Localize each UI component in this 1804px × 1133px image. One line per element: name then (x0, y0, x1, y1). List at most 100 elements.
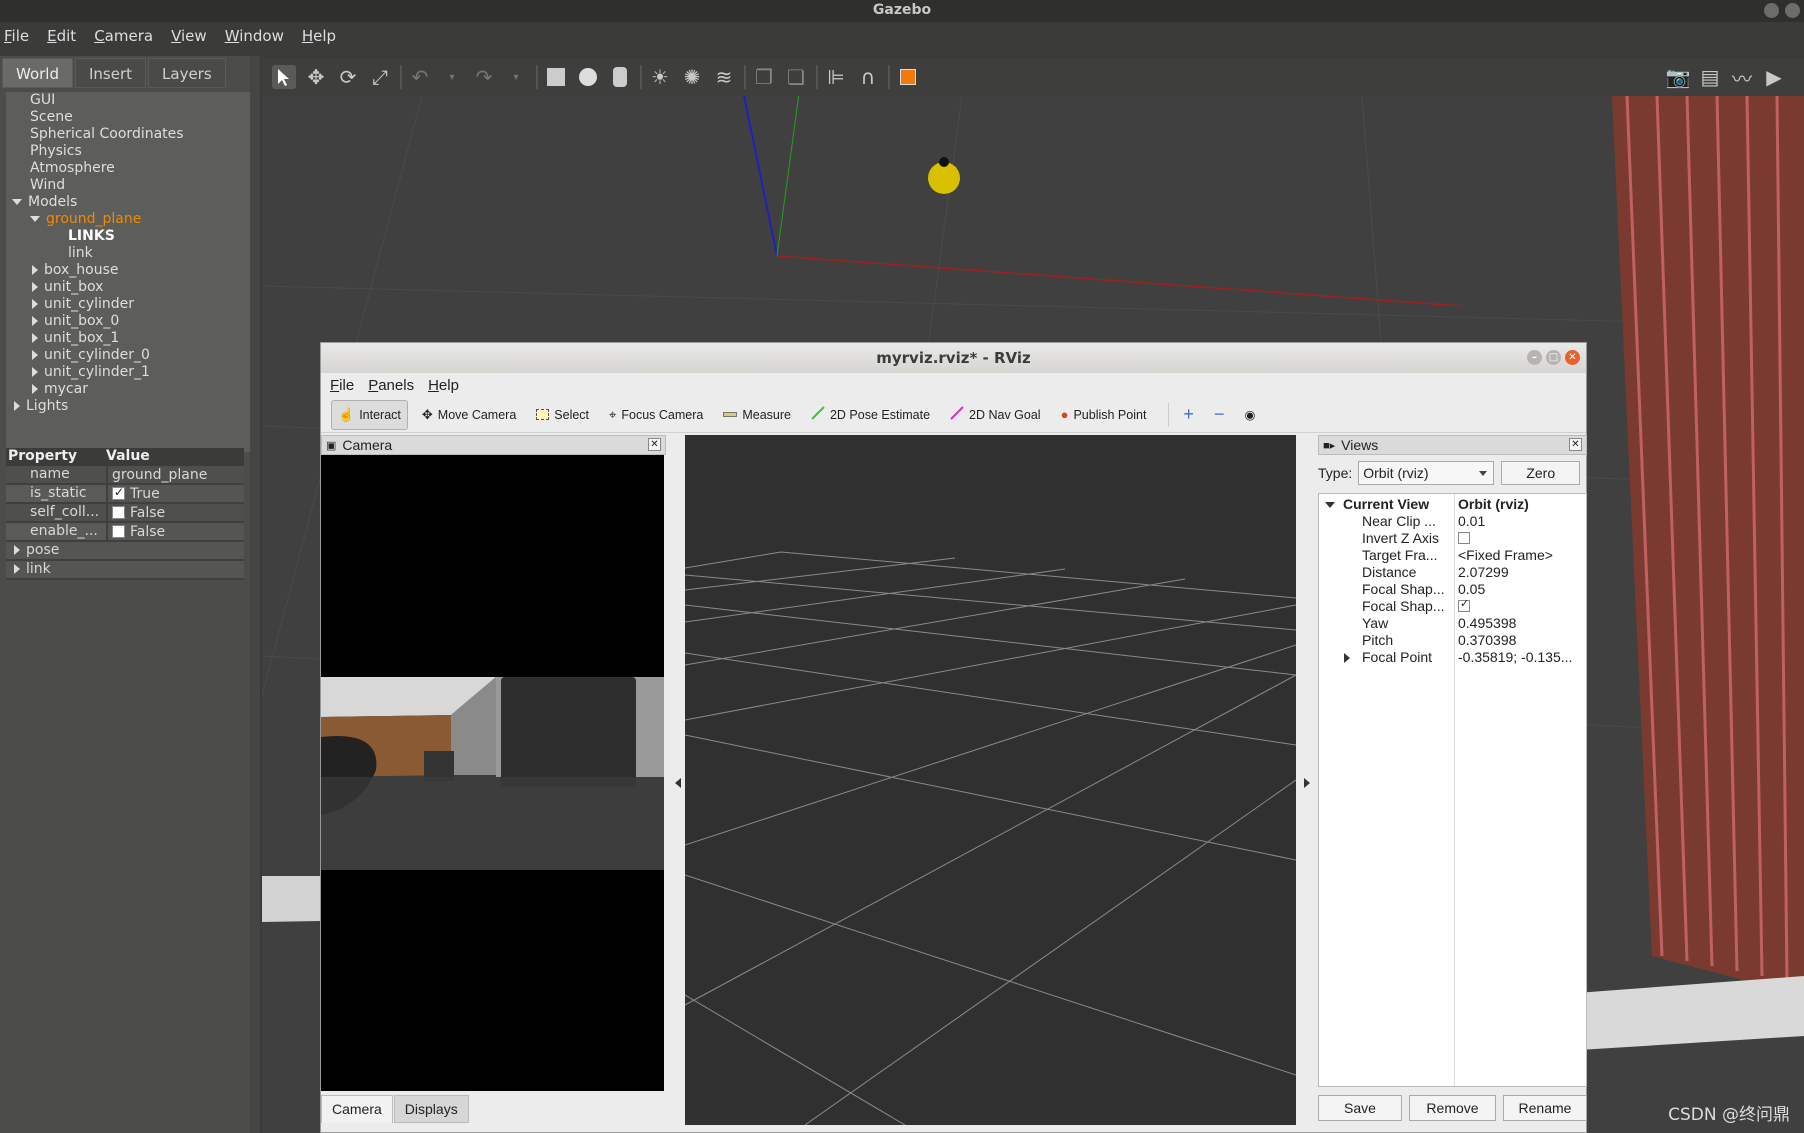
select-tool-button[interactable]: Select (530, 400, 595, 430)
expand-arrow-icon[interactable] (30, 216, 40, 222)
view-row-focal-shape-size[interactable]: Focal Shap... 0.05 (1319, 581, 1586, 598)
tree-item-scene[interactable]: Scene (6, 109, 250, 126)
translate-mode-icon[interactable]: ✥ (304, 65, 328, 89)
tree-item-unit-box-0[interactable]: unit_box_0 (6, 313, 250, 330)
spot-light-icon[interactable]: ✺ (680, 65, 704, 89)
rotate-mode-icon[interactable]: ⟳ (336, 65, 360, 89)
camera-image[interactable] (321, 455, 664, 1091)
rviz-close-button[interactable]: ✕ (1565, 350, 1580, 365)
expand-arrow-icon[interactable] (14, 545, 20, 555)
tab-insert[interactable]: Insert (75, 58, 147, 88)
expand-arrow-icon[interactable] (32, 367, 38, 377)
tree-item-link[interactable]: link (6, 245, 250, 262)
view-row-invert-z-axis[interactable]: Invert Z Axis (1319, 530, 1586, 547)
tree-item-unit-cylinder-0[interactable]: unit_cylinder_0 (6, 347, 250, 364)
box-shape-icon[interactable] (544, 65, 568, 89)
panel-splitter[interactable] (250, 56, 260, 1133)
tree-item-wind[interactable]: Wind (6, 177, 250, 194)
tab-displays[interactable]: Displays (393, 1095, 469, 1123)
rviz-3d-view[interactable] (685, 435, 1296, 1125)
log-icon[interactable]: ▤ (1698, 65, 1722, 89)
rviz-minimize-button[interactable]: – (1527, 350, 1542, 365)
view-type-select[interactable]: Orbit (rviz) (1358, 461, 1495, 485)
tree-item-ground-plane[interactable]: ground_plane (6, 211, 250, 228)
property-row-is-static[interactable]: is_static True (6, 485, 244, 504)
collapse-left-arrow-icon[interactable] (675, 778, 681, 788)
menu-camera[interactable]: Camera (94, 27, 153, 45)
expand-arrow-icon[interactable] (12, 199, 22, 205)
view-angle-icon[interactable] (896, 65, 920, 89)
interact-tool-button[interactable]: ☝ Interact (331, 399, 408, 430)
sphere-shape-icon[interactable] (576, 65, 600, 89)
expand-arrow-icon[interactable] (14, 564, 20, 574)
tree-item-unit-box[interactable]: unit_box (6, 279, 250, 296)
tree-item-lights[interactable]: Lights (6, 398, 250, 415)
view-row-target-frame[interactable]: Target Fra... <Fixed Frame> (1319, 547, 1586, 564)
camera-panel-close-icon[interactable]: ✕ (648, 438, 661, 451)
focus-camera-tool-button[interactable]: ⌖ Focus Camera (603, 400, 709, 430)
select-mode-icon[interactable] (272, 65, 296, 89)
expand-arrow-icon[interactable] (1344, 653, 1350, 663)
rviz-menu-file[interactable]: File (330, 377, 354, 394)
menu-window[interactable]: Window (225, 27, 284, 45)
redo-icon[interactable]: ↷ (472, 65, 496, 89)
view-prop-value[interactable]: 0.495398 (1455, 615, 1586, 632)
tree-item-unit-cylinder-1[interactable]: unit_cylinder_1 (6, 364, 250, 381)
directional-light-icon[interactable]: ≋ (712, 65, 736, 89)
property-group-link[interactable]: link (6, 561, 244, 580)
menu-help[interactable]: Help (302, 27, 336, 45)
publish-point-tool-button[interactable]: ● Publish Point (1055, 400, 1153, 430)
tree-item-models[interactable]: Models (6, 194, 250, 211)
add-tool-icon[interactable]: + (1177, 400, 1200, 430)
tree-item-mycar[interactable]: mycar (6, 381, 250, 398)
rviz-maximize-button[interactable]: □ (1546, 350, 1561, 365)
remove-tool-icon[interactable]: − (1208, 400, 1231, 430)
save-button[interactable]: Save (1318, 1095, 1402, 1121)
undo-icon[interactable]: ↶ (408, 65, 432, 89)
eye-icon[interactable]: ◉ (1238, 400, 1261, 430)
zero-button[interactable]: Zero (1501, 461, 1581, 485)
is-static-checkbox[interactable] (112, 485, 125, 500)
screenshot-icon[interactable]: 📷 (1666, 65, 1691, 89)
measure-tool-button[interactable]: Measure (717, 400, 797, 430)
view-prop-value[interactable]: <Fixed Frame> (1455, 547, 1586, 564)
paste-icon[interactable]: ❏ (784, 65, 808, 89)
tree-item-spherical-coordinates[interactable]: Spherical Coordinates (6, 126, 250, 143)
view-row-focal-point[interactable]: Focal Point -0.35819; -0.135... (1319, 649, 1586, 666)
view-row-current-view[interactable]: Current View Orbit (rviz) (1319, 496, 1586, 513)
align-icon[interactable]: ⊫ (824, 65, 848, 89)
tree-item-gui[interactable]: GUI (6, 92, 250, 109)
property-group-pose[interactable]: pose (6, 542, 244, 561)
minimize-button[interactable] (1764, 3, 1779, 18)
rviz-menu-panels[interactable]: Panels (368, 377, 414, 394)
property-row-enable-wind[interactable]: enable_... False (6, 523, 244, 542)
view-prop-value[interactable]: -0.35819; -0.135... (1455, 649, 1586, 666)
close-button[interactable] (1785, 3, 1800, 18)
property-row-name[interactable]: name ground_plane (6, 466, 244, 485)
focal-shape-fixed-checkbox[interactable] (1458, 598, 1470, 612)
tree-item-physics[interactable]: Physics (6, 143, 250, 160)
tree-item-unit-cylinder[interactable]: unit_cylinder (6, 296, 250, 313)
snap-icon[interactable]: ∩ (856, 65, 880, 89)
2d-pose-estimate-tool-button[interactable]: 2D Pose Estimate (805, 400, 936, 430)
remove-button[interactable]: Remove (1409, 1095, 1496, 1121)
view-row-yaw[interactable]: Yaw 0.495398 (1319, 615, 1586, 632)
undo-dropdown-icon[interactable]: ▾ (440, 65, 464, 89)
invert-z-axis-checkbox[interactable] (1458, 532, 1470, 544)
view-prop-value[interactable]: 2.07299 (1455, 564, 1586, 581)
expand-arrow-icon[interactable] (32, 350, 38, 360)
plot-icon[interactable]: 〰 (1730, 65, 1754, 91)
tab-camera[interactable]: Camera (321, 1095, 393, 1123)
rename-button[interactable]: Rename (1503, 1095, 1587, 1121)
copy-icon[interactable]: ❐ (752, 65, 776, 89)
views-panel-close-icon[interactable]: ✕ (1569, 438, 1582, 451)
tree-item-box-house[interactable]: box_house (6, 262, 250, 279)
expand-arrow-icon[interactable] (32, 316, 38, 326)
scale-mode-icon[interactable]: ⤢ (368, 65, 392, 89)
view-prop-value[interactable]: 0.01 (1455, 513, 1586, 530)
video-record-icon[interactable]: ▶ (1762, 65, 1786, 89)
view-row-distance[interactable]: Distance 2.07299 (1319, 564, 1586, 581)
view-row-focal-shape-fixed[interactable]: Focal Shap... (1319, 598, 1586, 615)
view-prop-value[interactable]: 0.05 (1455, 581, 1586, 598)
2d-nav-goal-tool-button[interactable]: 2D Nav Goal (944, 400, 1047, 430)
